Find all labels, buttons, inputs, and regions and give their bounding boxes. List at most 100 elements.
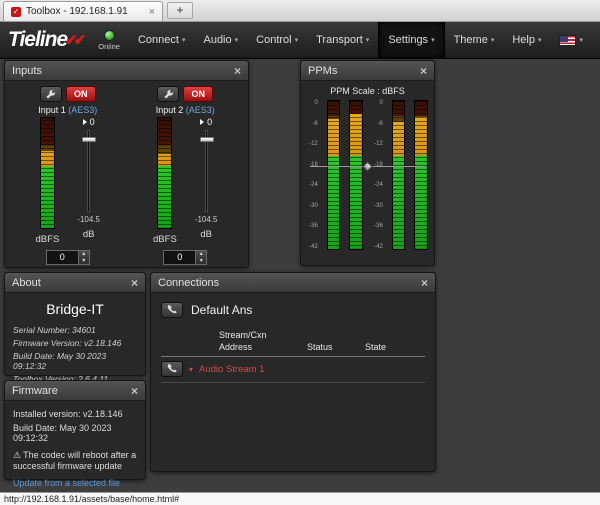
- inputs-panel-title: Inputs: [12, 65, 42, 77]
- nav-settings-label: Settings: [388, 34, 428, 46]
- build-date: Build Date: May 30 2023 09:12:32: [13, 351, 137, 371]
- browser-status-bar: http://192.168.1.91/assets/base/home.htm…: [0, 492, 600, 505]
- scale-tick: -30: [372, 203, 383, 209]
- browser-tab-bar: ✓ Toolbox - 192.168.1.91 × +: [0, 0, 600, 22]
- browser-tab[interactable]: ✓ Toolbox - 192.168.1.91 ×: [3, 1, 163, 21]
- close-icon[interactable]: ×: [421, 277, 428, 289]
- ppm-meter: [349, 100, 363, 250]
- scale-tick: -36: [372, 223, 383, 229]
- scale-tick: -6: [372, 121, 383, 127]
- gain-spinbox[interactable]: 0 ▴▾: [46, 250, 90, 265]
- warning-icon: ⚠: [13, 450, 21, 460]
- input-channel-2: ON Input 2 (AES3) dBFS 0 -104.5 dB: [127, 86, 243, 265]
- column-header-stream-cxn: Stream/Cxn: [161, 330, 425, 340]
- channel-name: Input 2: [156, 105, 184, 115]
- phone-icon: [166, 304, 178, 316]
- input-channel-1: ON Input 1 (AES3) dBFS 0 -104.5 dB: [10, 86, 126, 265]
- channel-settings-button[interactable]: [157, 86, 179, 102]
- firmware-version: Firmware Version: v2.18.146: [13, 338, 137, 348]
- about-panel-header[interactable]: About ×: [5, 273, 145, 293]
- meter-fill: [393, 122, 405, 249]
- default-answer-button[interactable]: [161, 302, 183, 318]
- fader-thumb[interactable]: [82, 137, 96, 142]
- close-icon[interactable]: ×: [420, 65, 427, 77]
- nav-connect-label: Connect: [138, 34, 179, 46]
- meter-fill: [350, 114, 362, 249]
- input-level-meter: [40, 117, 55, 229]
- nav-audio-label: Audio: [203, 34, 231, 46]
- new-tab-button[interactable]: +: [167, 2, 193, 19]
- nav-transport[interactable]: Transport▾: [307, 22, 378, 58]
- tab-close-icon[interactable]: ×: [149, 6, 155, 18]
- gain-value: 0: [164, 251, 195, 264]
- tieline-logo-ticks-icon: ✔✔: [65, 31, 82, 49]
- tieline-logo: Tieline: [8, 28, 67, 52]
- app-header: Tieline ✔✔ Online Connect▾ Audio▾ Contro…: [0, 22, 600, 59]
- nav-theme[interactable]: Theme▾: [445, 22, 504, 58]
- spin-down-icon[interactable]: ▾: [79, 258, 89, 265]
- scale-tick: -36: [307, 223, 318, 229]
- update-from-file-link[interactable]: Update from a selected file: [13, 478, 137, 488]
- firmware-panel-title: Firmware: [12, 385, 58, 397]
- ppm-scale-ticks: 0-6-12-18-24-30-36-42: [307, 100, 318, 250]
- stream-name: Audio Stream 1: [199, 364, 264, 375]
- close-icon[interactable]: ×: [131, 277, 138, 289]
- channel-type: (AES3): [68, 105, 97, 115]
- main-nav: Connect▾ Audio▾ Control▾ Transport▾ Sett…: [129, 22, 592, 58]
- nav-connect[interactable]: Connect▾: [129, 22, 195, 58]
- ppms-panel-title: PPMs: [308, 65, 337, 77]
- nav-help-label: Help: [512, 34, 535, 46]
- connections-table: Stream/Cxn Address Status State ▾ Audio …: [161, 330, 425, 383]
- scale-tick: -24: [307, 182, 318, 188]
- column-header-status: Status: [307, 342, 365, 352]
- close-icon[interactable]: ×: [131, 385, 138, 397]
- nav-settings[interactable]: Settings▾: [378, 22, 444, 58]
- inputs-panel-header[interactable]: Inputs ×: [5, 61, 248, 81]
- device-name: Bridge-IT: [13, 301, 137, 317]
- ppms-panel-header[interactable]: PPMs ×: [301, 61, 434, 81]
- gain-spinbox[interactable]: 0 ▴▾: [163, 250, 207, 265]
- channel-on-button[interactable]: ON: [183, 86, 213, 102]
- nav-theme-label: Theme: [454, 34, 488, 46]
- ppm-meter: [414, 100, 428, 250]
- channel-on-button[interactable]: ON: [66, 86, 96, 102]
- default-answer-label: Default Ans: [191, 303, 252, 317]
- meter-unit-label: dBFS: [153, 234, 177, 245]
- nav-control[interactable]: Control▾: [247, 22, 307, 58]
- stream-call-button[interactable]: [161, 361, 183, 377]
- nav-audio[interactable]: Audio▾: [194, 22, 247, 58]
- scale-tick: -12: [307, 141, 318, 147]
- browse-firmware-link[interactable]: Browse firmware: [13, 491, 137, 493]
- favicon-icon: ✓: [11, 7, 21, 17]
- fader-unit-label: dB: [200, 229, 212, 240]
- gain-value: 0: [47, 251, 78, 264]
- gain-fader[interactable]: [87, 130, 90, 212]
- connections-panel-header[interactable]: Connections ×: [151, 273, 435, 293]
- reboot-warning: ⚠The codec will reboot after a successfu…: [13, 450, 137, 473]
- about-panel: About × Bridge-IT Serial Number: 34601 F…: [4, 272, 146, 376]
- scale-tick: 0: [307, 100, 318, 106]
- firmware-panel: Firmware × Installed version: v2.18.146 …: [4, 380, 146, 480]
- fader-value-text: 0: [90, 117, 95, 127]
- table-row[interactable]: ▾ Audio Stream 1: [161, 357, 425, 383]
- expand-caret-icon[interactable]: ▾: [189, 365, 193, 374]
- fader-marker-icon: [83, 119, 87, 125]
- nav-transport-label: Transport: [316, 34, 363, 46]
- tab-title: Toolbox - 192.168.1.91: [26, 6, 128, 17]
- language-selector[interactable]: ▾: [550, 22, 592, 58]
- spin-down-icon[interactable]: ▾: [196, 258, 206, 265]
- toolbox-page: Tieline ✔✔ Online Connect▾ Audio▾ Contro…: [0, 22, 600, 492]
- gain-fader[interactable]: [205, 130, 208, 212]
- fader-thumb[interactable]: [200, 137, 214, 142]
- channel-label: Input 1 (AES3): [38, 105, 97, 115]
- channel-type: (AES3): [186, 105, 215, 115]
- firmware-panel-header[interactable]: Firmware ×: [5, 381, 145, 401]
- ppm-scale-slider[interactable]: [310, 166, 425, 170]
- ppms-panel: PPMs × PPM Scale : dBFS 0-6-12-18-24-30-…: [300, 60, 435, 266]
- fader-min-label: -104.5: [195, 215, 218, 224]
- nav-help[interactable]: Help▾: [503, 22, 550, 58]
- scale-tick: -12: [372, 141, 383, 147]
- channel-settings-button[interactable]: [40, 86, 62, 102]
- connections-panel: Connections × Default Ans Stream/Cxn Add…: [150, 272, 436, 472]
- close-icon[interactable]: ×: [234, 65, 241, 77]
